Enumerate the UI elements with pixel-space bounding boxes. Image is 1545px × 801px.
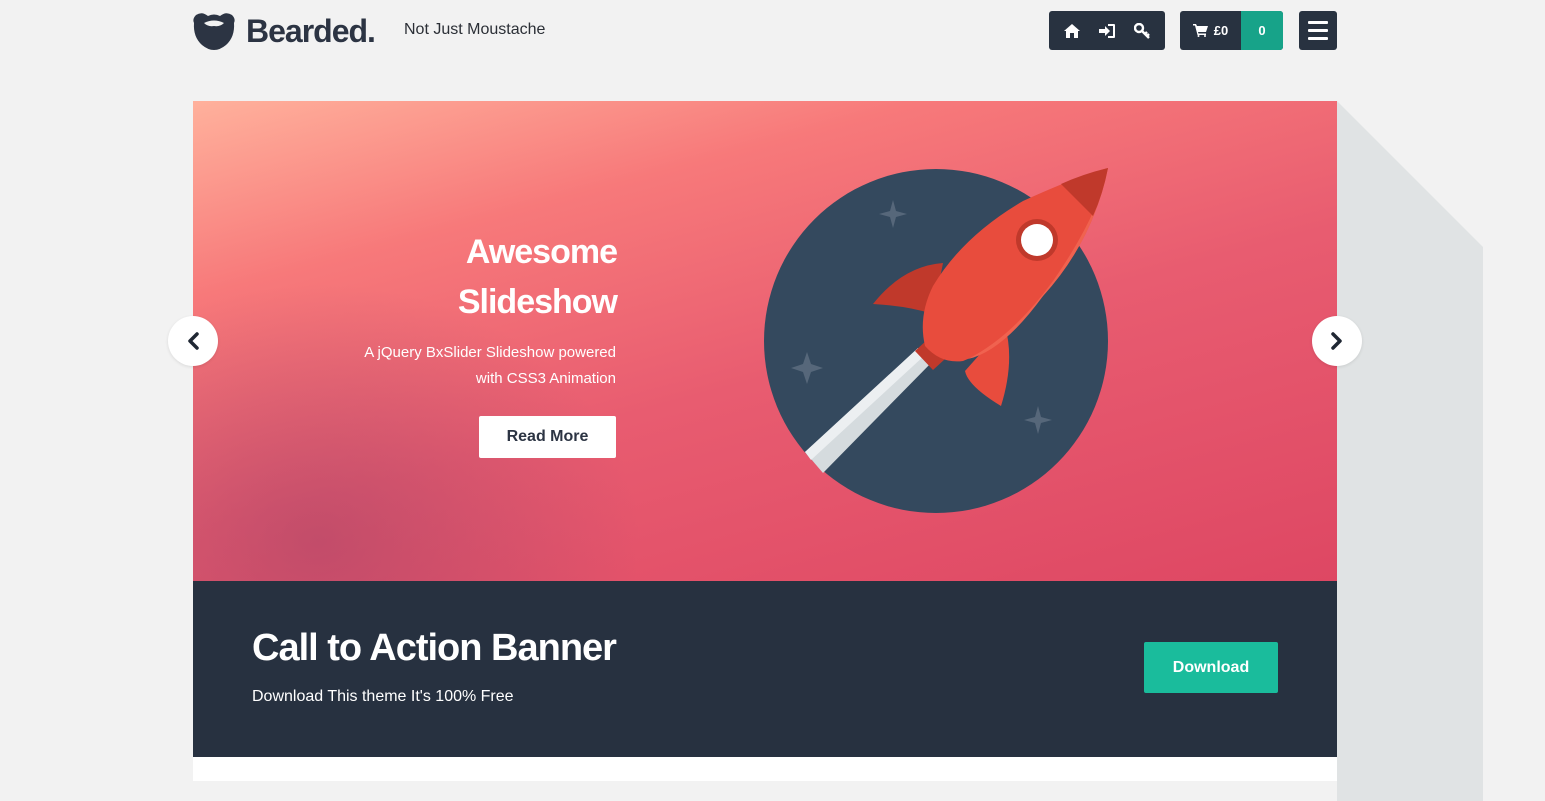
home-button[interactable] — [1057, 16, 1087, 46]
hamburger-menu-icon-bar — [1308, 21, 1328, 24]
header-nav-icons — [1049, 11, 1165, 50]
slide-title-line1: Awesome — [465, 233, 618, 271]
chevron-right-icon — [1331, 332, 1342, 350]
hamburger-menu-icon-bar — [1308, 37, 1328, 40]
hamburger-menu-button[interactable] — [1299, 11, 1337, 50]
cart-item-count[interactable]: 0 — [1241, 11, 1283, 50]
brand-tagline: Not Just Moustache — [404, 21, 546, 38]
cart-widget[interactable]: £0 0 — [1180, 11, 1283, 50]
content-area — [193, 757, 1337, 781]
sign-in-icon — [1098, 23, 1115, 38]
slide-description: A jQuery BxSlider Slideshow powered with… — [316, 340, 616, 392]
brand-name: Bearded. — [246, 12, 376, 49]
slider-prev-button[interactable] — [168, 316, 218, 366]
slide-title: Awesome Slideshow — [357, 227, 618, 327]
cta-title: Call to Action Banner — [252, 627, 617, 669]
rocket-window-glass — [1021, 224, 1053, 256]
sign-in-button[interactable] — [1092, 16, 1122, 46]
slide-title-line2: Slideshow — [457, 283, 618, 321]
brand-logo[interactable]: Bearded. — [192, 10, 376, 52]
slide-description-line1: A jQuery BxSlider Slideshow powered — [364, 344, 616, 361]
rocket-illustration — [764, 168, 1108, 513]
site-header: Bearded. Not Just Moustache £0 0 — [0, 0, 1545, 62]
chevron-left-icon — [188, 332, 199, 350]
hamburger-menu-icon-bar — [1308, 29, 1328, 32]
shopping-cart-icon — [1192, 24, 1208, 37]
key-icon — [1133, 22, 1150, 39]
slide-description-line2: with CSS3 Animation — [475, 370, 616, 387]
beard-logo-icon — [193, 13, 235, 51]
slider-next-button[interactable] — [1312, 316, 1362, 366]
home-icon — [1064, 23, 1081, 38]
read-more-button[interactable]: Read More — [479, 416, 616, 458]
cart-total-amount: £0 — [1213, 23, 1229, 38]
cart-total[interactable]: £0 — [1180, 11, 1241, 50]
call-to-action-banner: Call to Action Banner Download This them… — [193, 581, 1337, 757]
cta-subtitle: Download This theme It's 100% Free — [252, 688, 514, 705]
hero-slider: Awesome Slideshow A jQuery BxSlider Slid… — [193, 101, 1337, 581]
register-button[interactable] — [1127, 16, 1157, 46]
download-button[interactable]: Download — [1144, 642, 1278, 693]
